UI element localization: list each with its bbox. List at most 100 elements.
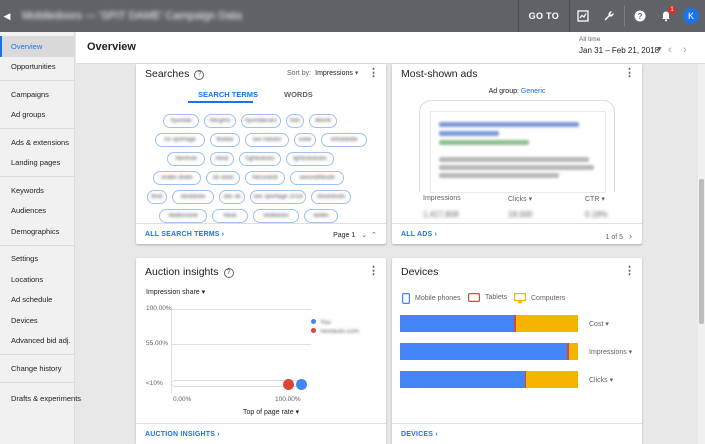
account-title[interactable]: Mobiledoors — 'SPIT DAME' Campaign Data <box>22 10 242 22</box>
scrollbar-thumb[interactable] <box>699 179 704 324</box>
scatter-track <box>171 380 301 387</box>
sidebar-item-demographics[interactable]: Demographics <box>0 221 74 242</box>
search-term-pill[interactable]: hbcgms <box>204 114 236 128</box>
more-vert-icon[interactable]: ⋮ <box>368 264 379 277</box>
sidebar-item-audiences[interactable]: Audiences <box>0 201 74 222</box>
more-vert-icon[interactable]: ⋮ <box>368 66 379 79</box>
search-term-pill[interactable]: sbs sb <box>219 190 245 204</box>
search-term-pill[interactable]: no sportage <box>155 133 205 147</box>
search-term-pill[interactable]: hghbsbsbs <box>239 152 281 166</box>
search-term-pill[interactable]: sexsndhbsdb <box>290 171 344 185</box>
devices-link[interactable]: DEVICES › <box>401 431 438 438</box>
chevron-right-icon[interactable]: › <box>683 44 687 56</box>
sidebar-item-change-history[interactable]: Change history <box>0 358 74 379</box>
search-term-pill[interactable]: hbsb <box>212 209 248 223</box>
chevron-down-icon[interactable]: ⌄ <box>361 232 367 239</box>
sidebar-item-locations[interactable]: Locations <box>0 269 74 290</box>
notifications-bell-icon[interactable]: 1 <box>653 0 679 32</box>
sidebar-item-overview[interactable]: Overview <box>0 36 74 57</box>
search-term-pill[interactable]: hbmhxb <box>167 152 205 166</box>
most-shown-ads-card: Most-shown ads ⋮ Ad group: Generic Impre… <box>392 64 642 244</box>
bar-segment-mobile-phones[interactable] <box>400 343 568 360</box>
bar-segment-computers[interactable] <box>515 315 578 332</box>
all-ads-link[interactable]: ALL ADS › <box>401 231 437 238</box>
help-circle-icon[interactable]: ? <box>223 267 234 278</box>
chevron-left-icon[interactable]: ‹ <box>668 44 672 56</box>
chevron-up-icon[interactable]: ⌃ <box>371 232 377 239</box>
search-term-pill[interactable]: shfsbdsbk <box>321 133 367 147</box>
sort-by-value[interactable]: Impressions <box>315 70 353 77</box>
data-point-you[interactable] <box>295 378 307 390</box>
stat-label[interactable]: CTR ▾ <box>585 195 605 203</box>
wrench-icon[interactable] <box>596 0 622 32</box>
bar-segment-mobile-phones[interactable] <box>400 371 525 388</box>
all-search-terms-link[interactable]: ALL SEARCH TERMS › <box>145 231 224 238</box>
search-term-pill[interactable]: sb sdsb <box>206 171 240 185</box>
goto-button[interactable]: GO TO <box>517 0 570 32</box>
metric-selector[interactable]: Cost ▾ <box>589 320 609 328</box>
sidebar-item-drafts-experiments[interactable]: Drafts & experiments <box>0 386 81 412</box>
metric-selector[interactable]: Impressions ▾ <box>589 348 632 356</box>
bar-segment-mobile-phones[interactable] <box>400 315 514 332</box>
tab-words[interactable]: WORDS <box>284 90 313 99</box>
more-vert-icon[interactable]: ⋮ <box>624 264 635 277</box>
sidebar-item-settings[interactable]: Settings <box>0 249 74 270</box>
search-term-pill[interactable]: sbsdsbsds <box>311 190 351 204</box>
chevron-down-icon[interactable]: ▼ <box>656 46 663 53</box>
bar-segment-computers[interactable] <box>569 343 578 360</box>
sidebar-item-advanced-bid-adj[interactable]: Advanced bid adj. <box>0 331 74 352</box>
sidebar-item-devices[interactable]: Devices <box>0 310 74 331</box>
sidebar-item-keywords[interactable]: Keywords <box>0 180 74 201</box>
avatar[interactable]: K <box>683 8 699 24</box>
back-arrow-icon[interactable]: ◀ <box>0 0 14 32</box>
bar-segment-computers[interactable] <box>526 371 578 388</box>
search-term-pill[interactable]: hbdbsndsb <box>159 209 207 223</box>
search-term-pill[interactable]: hyundaicars <box>241 114 281 128</box>
sidebar-divider <box>0 244 74 246</box>
search-term-pill[interactable]: sex hdsdsr <box>245 133 289 147</box>
auction-insights-link[interactable]: AUCTION INSIGHTS › <box>145 431 220 438</box>
search-term-pill[interactable]: sex sportage 2018 <box>250 190 306 204</box>
search-term-pill[interactable]: hdo <box>286 114 304 128</box>
tab-search-terms[interactable]: SEARCH TERMS <box>198 90 258 99</box>
sidebar-item-landing-pages[interactable]: Landing pages <box>0 153 74 174</box>
search-term-pill[interactable]: hbcsndsb <box>245 171 285 185</box>
search-term-pill[interactable]: sbsbdsbs <box>172 190 214 204</box>
scrollbar[interactable] <box>698 64 705 444</box>
sidebar-divider <box>0 176 74 177</box>
search-term-pill[interactable]: shdbs ibsbn <box>153 171 201 185</box>
sidebar-item-ad-schedule[interactable]: Ad schedule <box>0 290 74 311</box>
more-vert-icon[interactable]: ⋮ <box>624 66 635 79</box>
data-point-competitor[interactable] <box>282 378 294 390</box>
sidebar-item-ad-groups[interactable]: Ad groups <box>0 105 74 126</box>
sidebar-item-opportunities[interactable]: Opportunities <box>0 57 74 78</box>
search-term-pill[interactable]: fghbsbsbsbs <box>286 152 334 166</box>
help-icon[interactable]: ? <box>627 0 653 32</box>
date-range-selector[interactable]: Jan 31 – Feb 21, 2018 <box>579 46 659 55</box>
metric-selector[interactable]: Clicks ▾ <box>589 376 613 384</box>
sidebar-item-ads-extensions[interactable]: Ads & extensions <box>0 132 74 153</box>
card-title: Searches? <box>145 68 205 80</box>
sort-by[interactable]: Sort by: Impressions ▾ <box>287 69 358 77</box>
sidebar-item-campaigns[interactable]: Campaigns <box>0 84 74 105</box>
searches-card: Searches? Sort by: Impressions ▾ ⋮ SEARCH… <box>136 64 386 244</box>
search-term-pill[interactable]: dbsnk <box>309 114 337 128</box>
search-term-pill[interactable]: hbsb <box>210 152 234 166</box>
ad-group-link[interactable]: Generic <box>521 88 546 95</box>
stat-label[interactable]: Clicks ▾ <box>508 195 532 203</box>
search-term-pill[interactable]: sbdbdsbs <box>253 209 299 223</box>
help-circle-icon[interactable]: ? <box>194 69 205 80</box>
chevron-right-icon[interactable]: › <box>629 231 632 241</box>
y-tick-label: <10% <box>146 380 163 387</box>
search-term-pill[interactable]: hyundai <box>163 114 199 128</box>
sidebar-divider <box>0 381 74 383</box>
search-term-pill[interactable]: sxbe <box>294 133 316 147</box>
ad-preview-phone[interactable] <box>419 100 615 193</box>
svg-text:?: ? <box>638 12 643 21</box>
metric-dropdown[interactable]: Impression share ▾ <box>146 288 205 296</box>
x-axis-selector[interactable]: Top of page rate ▾ <box>243 408 299 416</box>
search-term-pill[interactable]: fbxkbx <box>210 133 240 147</box>
search-term-pill[interactable]: sbdbs <box>304 209 338 223</box>
search-term-pill[interactable]: fbsb <box>147 190 167 204</box>
reports-icon[interactable] <box>570 0 596 32</box>
